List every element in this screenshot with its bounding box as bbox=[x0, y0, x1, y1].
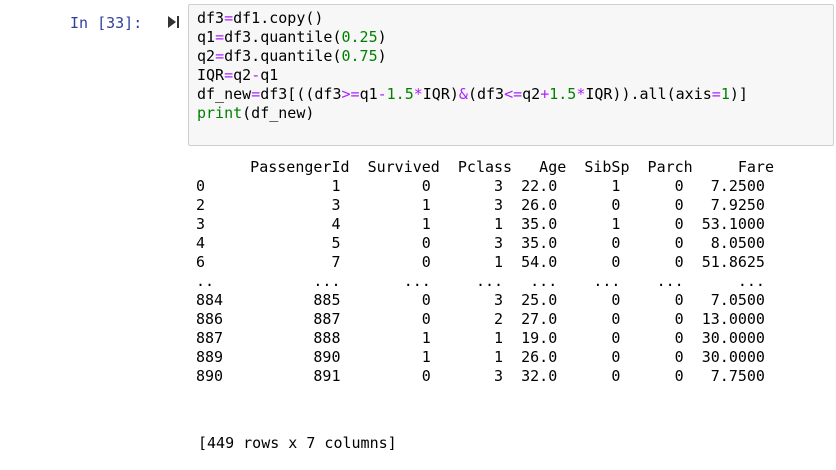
code-token: df_new bbox=[197, 85, 252, 103]
output-row: 2 3 1 3 26.0 0 0 7.9250 bbox=[196, 196, 765, 214]
code-token: q1 bbox=[359, 85, 378, 103]
code-token: = bbox=[711, 85, 721, 103]
bar-icon bbox=[177, 16, 179, 28]
code-token: 0.25 bbox=[341, 28, 378, 46]
code-token: df3 bbox=[197, 9, 225, 27]
output-row: 890 891 0 3 32.0 0 0 7.7500 bbox=[196, 367, 765, 385]
code-token: 1.5 bbox=[386, 85, 414, 103]
code-token: = bbox=[224, 66, 234, 84]
code-token: = bbox=[251, 85, 261, 103]
output-row: 3 4 1 1 35.0 1 0 53.1000 bbox=[196, 215, 765, 233]
code-cell-editor[interactable]: df3=df1.copy() q1=df3.quantile(0.25) q2=df… bbox=[188, 4, 834, 146]
code-token: df1.copy() bbox=[233, 9, 324, 27]
code-token: )] bbox=[729, 85, 748, 103]
code-token: q2 bbox=[233, 66, 252, 84]
code-token: df3[((df3 bbox=[260, 85, 342, 103]
output-row: .. ... ... ... ... ... ... ... bbox=[196, 272, 765, 290]
code-line[interactable]: q2=df3.quantile(0.75) bbox=[197, 47, 825, 66]
code-token: <= bbox=[504, 85, 523, 103]
code-token: = bbox=[215, 28, 225, 46]
code-token: * bbox=[413, 85, 423, 103]
code-line[interactable]: IQR=q2-q1 bbox=[197, 66, 825, 85]
code-token: - bbox=[251, 66, 261, 84]
input-prompt: In [33]: bbox=[70, 14, 143, 32]
code-token: df3.quantile( bbox=[224, 47, 342, 65]
code-token: 1 bbox=[720, 85, 730, 103]
code-token: & bbox=[458, 85, 468, 103]
output-row: 886 887 0 2 27.0 0 0 13.0000 bbox=[196, 310, 765, 328]
output-row: 884 885 0 3 25.0 0 0 7.0500 bbox=[196, 291, 765, 309]
code-token: ) bbox=[377, 47, 387, 65]
code-token: q1 bbox=[260, 66, 279, 84]
code-token: df3.quantile( bbox=[224, 28, 342, 46]
code-token: print bbox=[197, 104, 243, 122]
code-token: q1 bbox=[197, 28, 216, 46]
code-line[interactable]: df_new=df3[((df3>=q1-1.5*IQR)&(df3<=q2+1… bbox=[197, 85, 825, 104]
code-token: 1.5 bbox=[549, 85, 577, 103]
output-row: 889 890 1 1 26.0 0 0 30.0000 bbox=[196, 348, 765, 366]
code-token: (df3 bbox=[467, 85, 505, 103]
code-token: IQR) bbox=[422, 85, 459, 103]
code-token: - bbox=[377, 85, 387, 103]
collapse-toggle-icon[interactable] bbox=[168, 14, 182, 30]
code-token: = bbox=[224, 9, 234, 27]
code-token: = bbox=[215, 47, 225, 65]
output-row: 6 7 0 1 54.0 0 0 51.8625 bbox=[196, 253, 765, 271]
output-row: 4 5 0 3 35.0 0 0 8.0500 bbox=[196, 234, 765, 252]
code-token: IQR)).all(axis bbox=[585, 85, 712, 103]
output-row: 887 888 1 1 19.0 0 0 30.0000 bbox=[196, 329, 765, 347]
output-header-row: PassengerId Survived Pclass Age SibSp Pa… bbox=[196, 158, 774, 176]
code-line[interactable]: df3=df1.copy() bbox=[197, 9, 825, 28]
output-summary: [449 rows x 7 columns] bbox=[198, 434, 397, 452]
code-token: >= bbox=[341, 85, 360, 103]
code-token: + bbox=[540, 85, 550, 103]
output-row: 0 1 0 3 22.0 1 0 7.2500 bbox=[196, 177, 765, 195]
code-token: q2 bbox=[522, 85, 541, 103]
triangle-icon bbox=[168, 16, 176, 28]
code-token: IQR bbox=[197, 66, 225, 84]
code-token: (df_new) bbox=[242, 104, 315, 122]
cell-output: PassengerId Survived Pclass Age SibSp Pa… bbox=[196, 158, 774, 386]
code-line[interactable]: print(df_new) bbox=[197, 104, 825, 123]
code-token: ) bbox=[377, 28, 387, 46]
code-token: 0.75 bbox=[341, 47, 378, 65]
code-line[interactable]: q1=df3.quantile(0.25) bbox=[197, 28, 825, 47]
code-token: q2 bbox=[197, 47, 216, 65]
code-token: * bbox=[576, 85, 586, 103]
